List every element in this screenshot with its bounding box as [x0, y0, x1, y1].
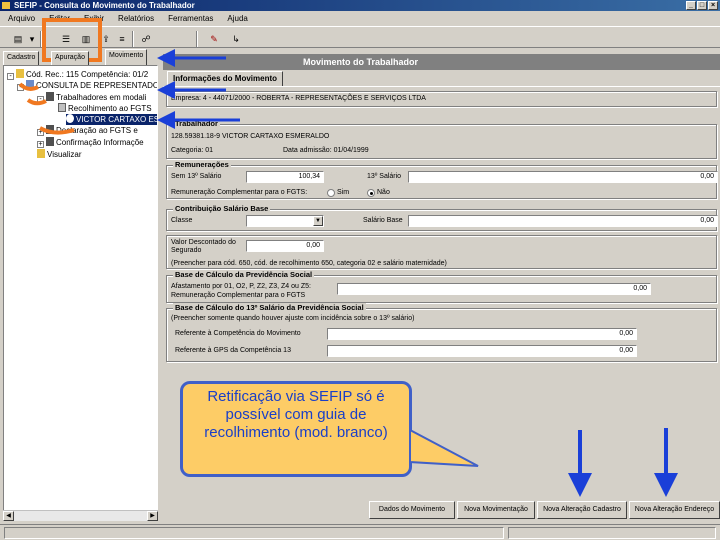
orange-mark	[18, 82, 39, 91]
annotation-overlay	[18, 49, 678, 497]
orange-mark	[39, 126, 75, 135]
callout-pointer	[409, 428, 479, 467]
orange-mark	[26, 98, 47, 106]
